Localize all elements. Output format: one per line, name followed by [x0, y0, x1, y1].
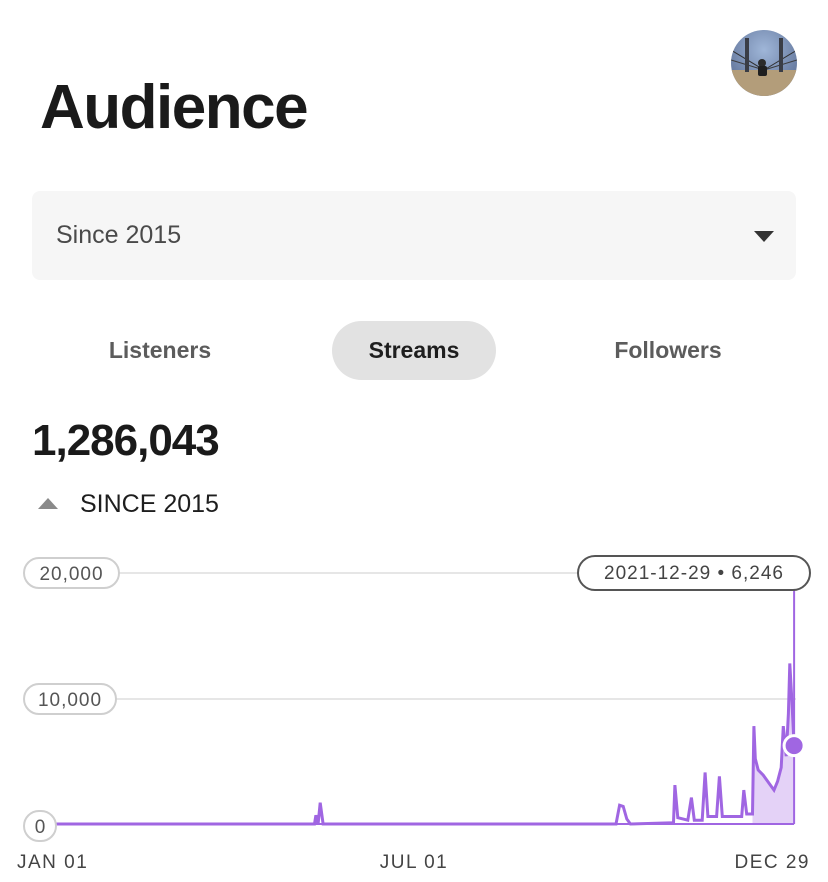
x-tick-label: JAN 01 — [17, 852, 88, 873]
streams-chart[interactable]: 20,000 10,000 0 2021-12-29 • 6,246 JAN 0… — [0, 540, 828, 882]
y-tick-label: 10,000 — [38, 690, 102, 711]
tooltip-text: 2021-12-29 • 6,246 — [604, 563, 784, 584]
avatar[interactable] — [731, 30, 797, 96]
streams-line — [56, 663, 796, 826]
value-tooltip: 2021-12-29 • 6,246 — [577, 555, 811, 591]
y-tick-label: 20,000 — [39, 564, 103, 585]
date-range-select[interactable]: Since 2015 — [32, 191, 796, 280]
y-tick-20000: 20,000 — [23, 557, 120, 589]
y-tick-10000: 10,000 — [23, 683, 117, 715]
tab-listeners[interactable]: Listeners — [60, 321, 260, 380]
grid-lines — [56, 572, 796, 700]
triangle-up-icon — [38, 498, 58, 509]
profile-photo-icon — [731, 30, 797, 96]
x-tick-label: DEC 29 — [734, 852, 810, 873]
tab-streams[interactable]: Streams — [332, 321, 496, 380]
chevron-down-icon — [754, 231, 774, 242]
date-range-value: Since 2015 — [56, 221, 182, 249]
tab-followers[interactable]: Followers — [566, 321, 770, 380]
highlight-point[interactable] — [782, 734, 806, 758]
x-tick-label: JUL 01 — [380, 852, 449, 873]
total-streams-value: 1,286,043 — [32, 416, 220, 465]
page-title: Audience — [40, 73, 309, 142]
y-tick-0: 0 — [23, 810, 57, 842]
y-tick-label: 0 — [35, 817, 46, 838]
since-label: SINCE 2015 — [80, 490, 219, 518]
